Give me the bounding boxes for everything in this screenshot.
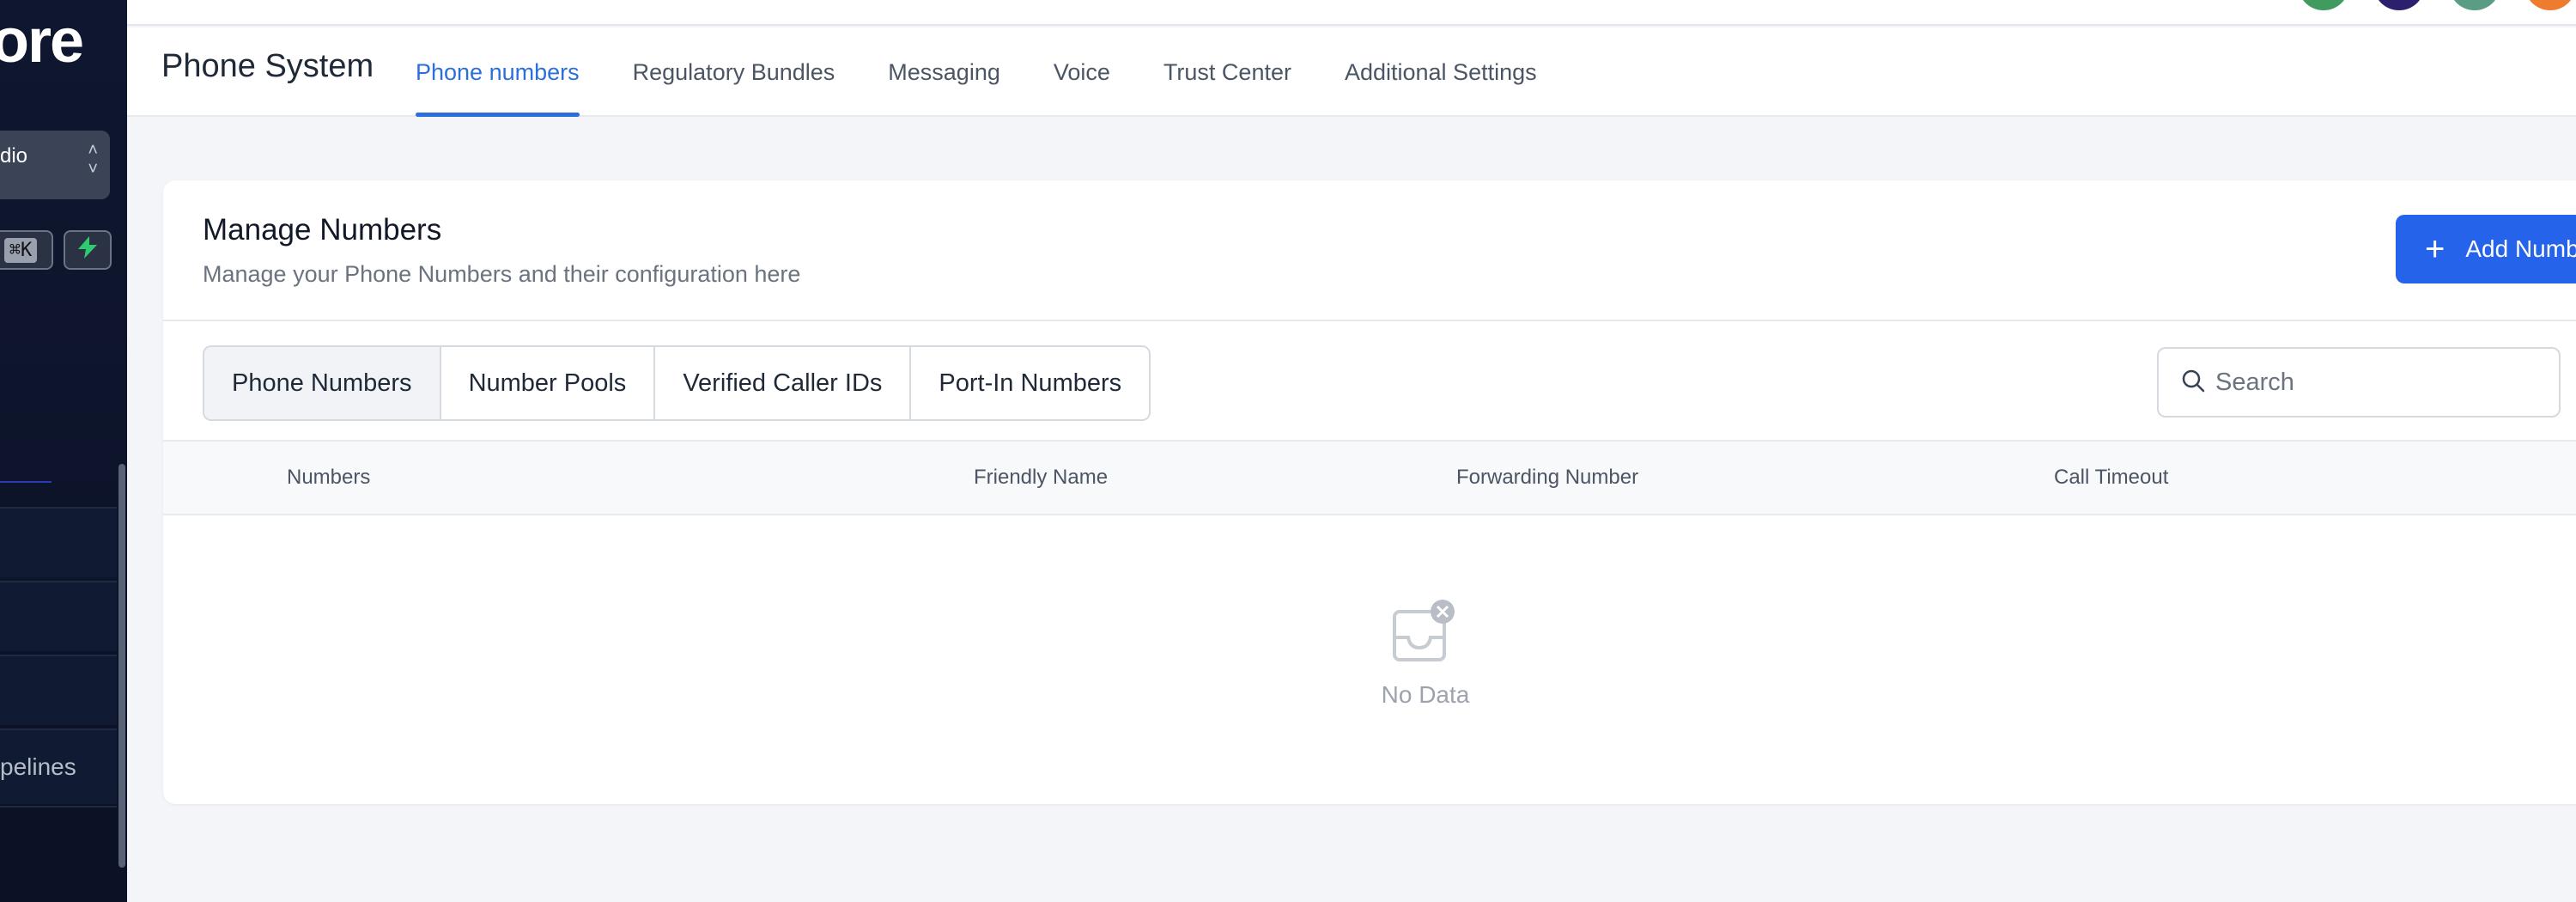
empty-state-text: No Data (1381, 681, 1470, 708)
empty-state: No Data (1374, 600, 1477, 709)
tab-additional-settings[interactable]: Additional Settings (1345, 27, 1537, 117)
account-name: dio (0, 144, 28, 168)
command-search-button[interactable]: ⌘K (0, 230, 53, 270)
sidebar-item[interactable] (0, 655, 117, 725)
account-switcher[interactable]: dio ˄ ˅ (0, 131, 110, 199)
number-type-tabs: Phone Numbers Number Pools Verified Call… (203, 345, 1151, 421)
avatar[interactable] (2524, 0, 2576, 10)
tab-messaging[interactable]: Messaging (888, 27, 1000, 117)
sidebar-item (0, 806, 117, 902)
column-header-forwarding-number[interactable]: Forwarding Number (1456, 466, 1638, 490)
chevron-up-down-icon: ˄ ˅ (88, 141, 98, 179)
empty-inbox-icon (1389, 600, 1461, 668)
avatar[interactable] (2449, 0, 2500, 10)
quick-actions-button[interactable] (64, 230, 112, 270)
search-input[interactable] (2215, 368, 2542, 397)
tab-regulatory-bundles[interactable]: Regulatory Bundles (633, 27, 835, 117)
brand-logo: ore (0, 7, 84, 76)
subtab-phone-numbers[interactable]: Phone Numbers (204, 347, 441, 419)
card-subtitle: Manage your Phone Numbers and their conf… (203, 261, 801, 287)
tab-trust-center[interactable]: Trust Center (1163, 27, 1291, 117)
avatar[interactable] (2298, 0, 2349, 10)
page-title: Phone System (161, 48, 374, 84)
sidebar-item-pipelines[interactable]: pelines (0, 728, 117, 804)
shortcut-key: ⌘K (3, 237, 38, 263)
table-header: Numbers Friendly Name Forwarding Number … (163, 440, 2576, 515)
column-header-numbers[interactable]: Numbers (287, 466, 370, 490)
sidebar-item-label: pelines (0, 753, 76, 780)
add-number-button[interactable]: + Add Numb (2396, 215, 2576, 283)
user-avatars (2298, 0, 2576, 10)
manage-numbers-card: Manage Numbers Manage your Phone Numbers… (163, 180, 2576, 804)
column-header-friendly-name[interactable]: Friendly Name (974, 466, 1108, 490)
page-header: Phone System Phone numbers Regulatory Bu… (127, 27, 2576, 117)
sidebar-item[interactable] (0, 581, 117, 651)
subtab-verified-caller-ids[interactable]: Verified Caller IDs (655, 347, 912, 419)
subtab-number-pools[interactable]: Number Pools (440, 347, 656, 419)
sidebar-scrollbar[interactable] (118, 464, 125, 868)
sidebar-item[interactable] (0, 507, 117, 577)
top-bar (127, 0, 2576, 26)
plus-icon: + (2425, 230, 2445, 268)
tab-phone-numbers[interactable]: Phone numbers (416, 27, 580, 117)
sidebar: ore dio ˄ ˅ ⌘K pelines (0, 0, 127, 902)
column-header-call-timeout[interactable]: Call Timeout (2054, 466, 2168, 490)
card-header: Manage Numbers Manage your Phone Numbers… (163, 180, 2576, 321)
main-tabs: Phone numbers Regulatory Bundles Messagi… (416, 27, 1590, 117)
search-icon (2181, 369, 2205, 397)
bolt-icon (78, 235, 97, 265)
tab-voice[interactable]: Voice (1054, 27, 1110, 117)
search-box[interactable] (2157, 347, 2561, 417)
add-number-label: Add Numb (2465, 235, 2576, 262)
sidebar-divider (0, 481, 52, 483)
subtab-port-in-numbers[interactable]: Port-In Numbers (911, 347, 1150, 419)
card-title: Manage Numbers (203, 213, 442, 247)
avatar[interactable] (2373, 0, 2425, 10)
